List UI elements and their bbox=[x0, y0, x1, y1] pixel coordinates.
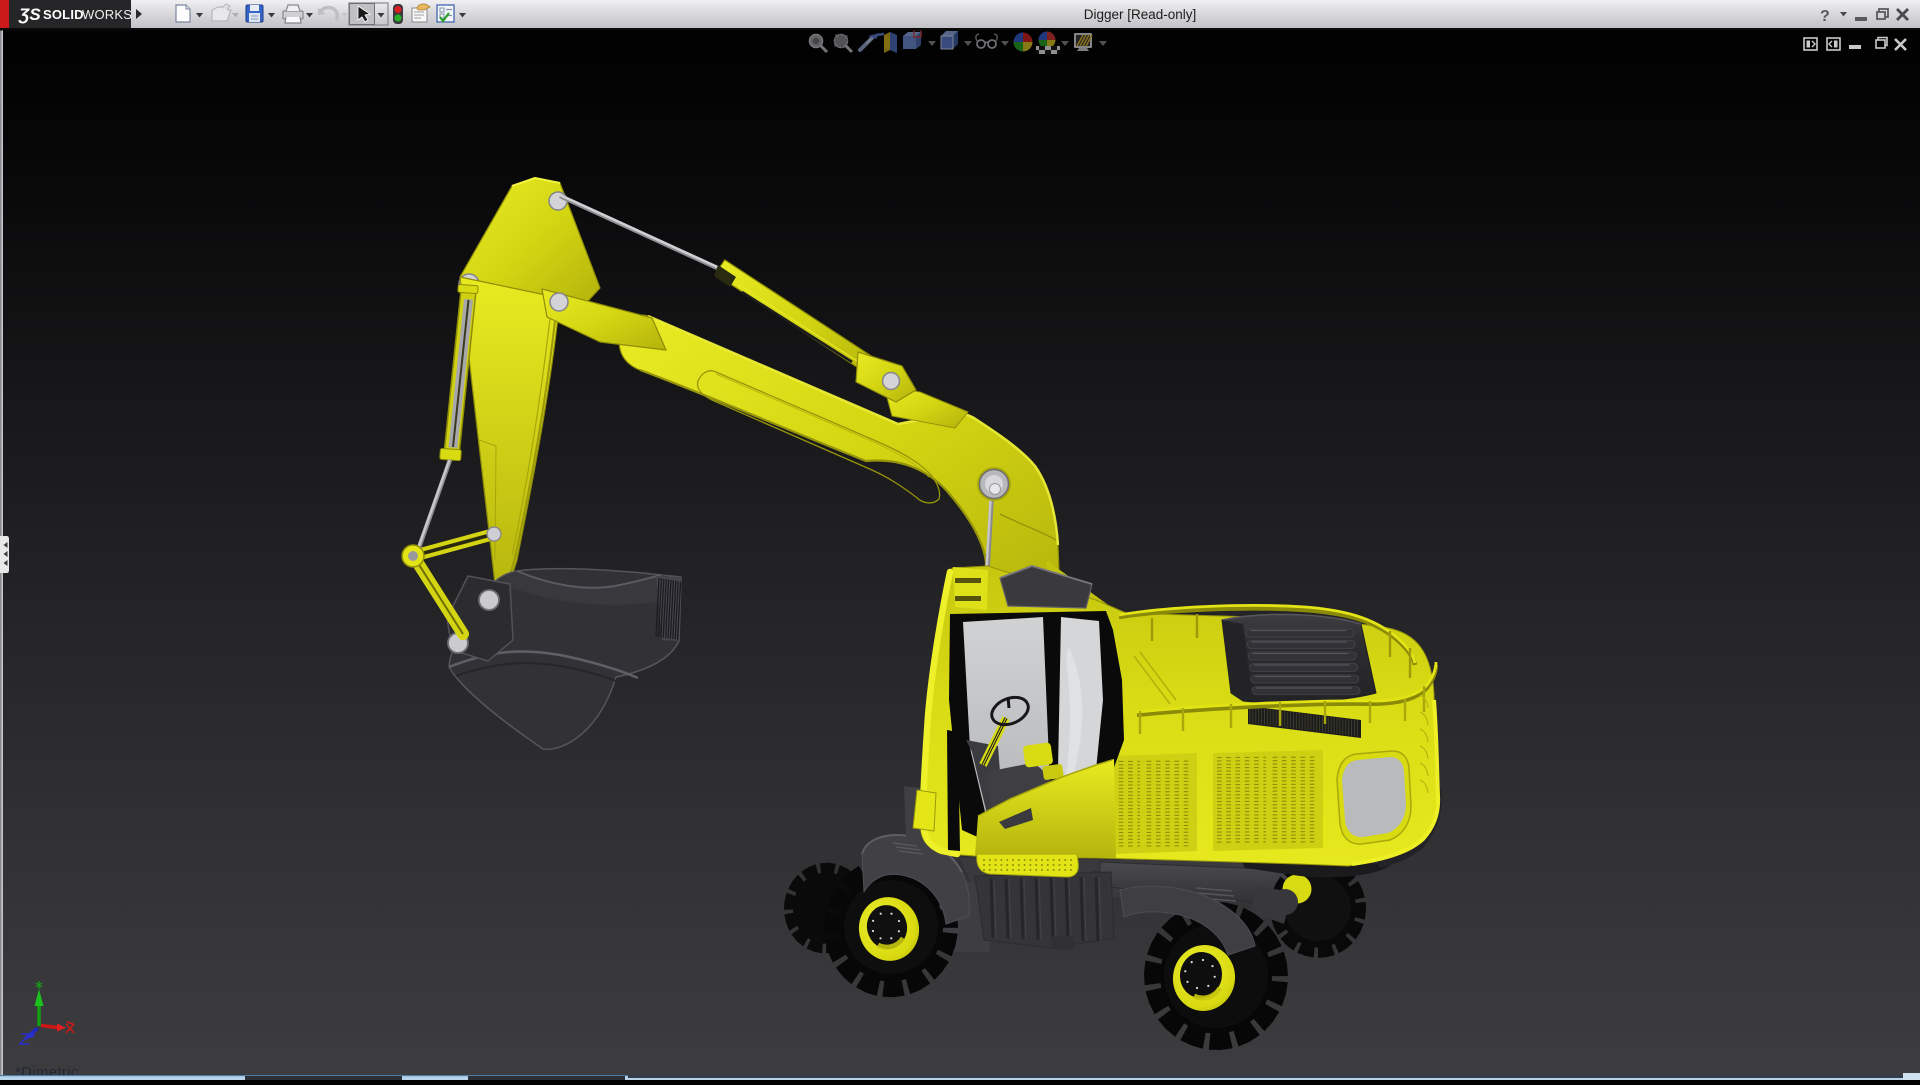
svg-text:SOLID: SOLID bbox=[43, 7, 84, 22]
svg-text:WORKS: WORKS bbox=[82, 7, 132, 22]
svg-text:?: ? bbox=[1820, 8, 1830, 25]
svg-text:ƷS: ƷS bbox=[18, 5, 41, 24]
svg-text:Digger [Read-only]: Digger [Read-only] bbox=[1084, 7, 1197, 22]
